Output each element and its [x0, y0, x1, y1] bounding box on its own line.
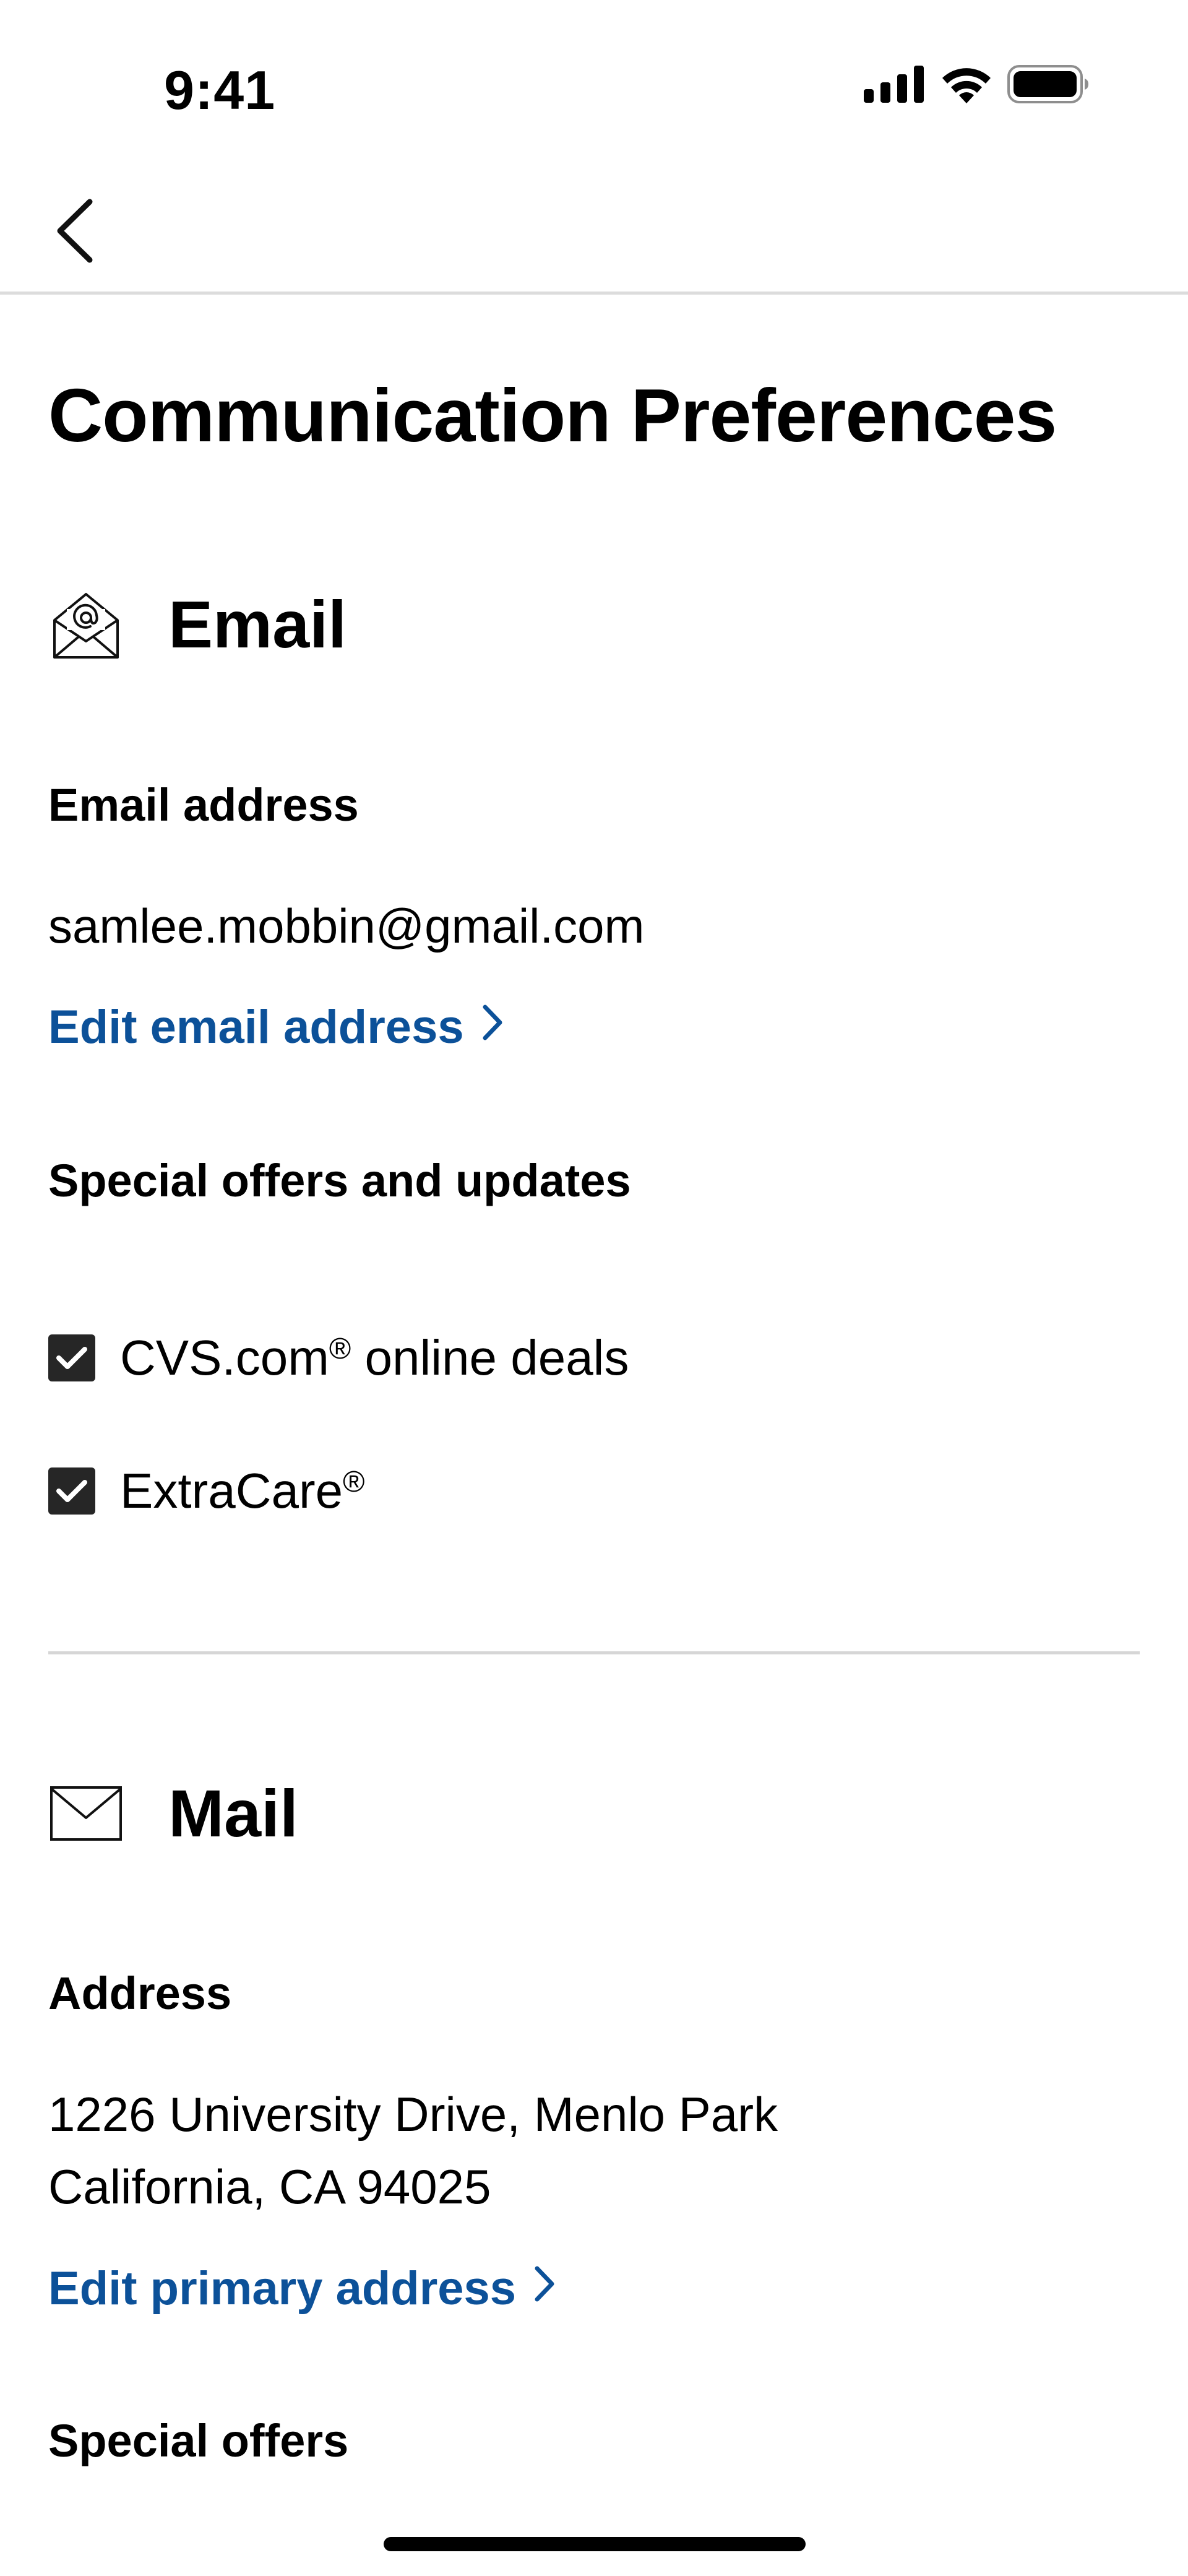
email-section-header: Email — [48, 586, 346, 663]
mail-address-label: Address — [48, 1968, 232, 2019]
envelope-open-at-icon — [48, 587, 124, 662]
checkbox-cvs-online-deals[interactable] — [48, 1334, 95, 1381]
checkbox-label-cvs-online-deals: CVS.com® online deals — [120, 1329, 629, 1386]
edit-primary-address-label: Edit primary address — [48, 2262, 517, 2315]
status-bar: 9:41 — [0, 0, 1188, 161]
status-icons — [864, 65, 1089, 106]
checkbox-label-extracare: ExtraCare® — [120, 1463, 365, 1519]
status-time: 9:41 — [164, 59, 276, 121]
checkmark-icon — [56, 1480, 87, 1502]
chevron-left-icon — [53, 197, 96, 268]
email-address-value: samlee.mobbin@gmail.com — [48, 899, 645, 953]
checkbox-row-cvs-online-deals[interactable]: CVS.com® online deals — [48, 1329, 629, 1386]
checkbox-row-extracare[interactable]: ExtraCare® — [48, 1463, 365, 1519]
edit-email-address-label: Edit email address — [48, 1001, 464, 1053]
wifi-icon — [940, 65, 992, 106]
registered-mark: ® — [329, 1333, 351, 1365]
checkmark-icon — [56, 1347, 87, 1369]
home-indicator — [384, 2537, 806, 2551]
envelope-icon — [48, 1776, 124, 1851]
mail-section-title: Mail — [168, 1776, 299, 1851]
screen: 9:41 Communication Preferences Email Ema… — [0, 0, 1188, 2576]
section-divider — [48, 1651, 1140, 1654]
email-section-title: Email — [168, 587, 347, 662]
mail-special-offers-label: Special offers — [48, 2415, 349, 2466]
extracare-brand-text: ExtraCare — [120, 1463, 343, 1518]
cvs-brand-text: CVS.com — [120, 1330, 329, 1385]
edit-email-address-link[interactable]: Edit email address — [48, 1000, 505, 1054]
email-special-offers-label: Special offers and updates — [48, 1155, 631, 1206]
mail-section-header: Mail — [48, 1774, 298, 1852]
cellular-signal-icon — [864, 66, 926, 106]
edit-primary-address-link[interactable]: Edit primary address — [48, 2262, 557, 2315]
page-title: Communication Preferences — [48, 373, 1057, 457]
navigation-bar — [0, 161, 1188, 295]
email-address-label: Email address — [48, 779, 359, 831]
chevron-right-icon — [480, 1000, 505, 1054]
back-button[interactable] — [43, 195, 105, 269]
mail-address-line2: California, CA 94025 — [48, 2159, 491, 2214]
checkbox-extracare[interactable] — [48, 1467, 95, 1515]
chevron-right-icon — [532, 2262, 557, 2315]
mail-address-line1: 1226 University Drive, Menlo Park — [48, 2087, 778, 2142]
cvs-label-rest: online deals — [351, 1330, 629, 1385]
registered-mark: ® — [343, 1466, 365, 1498]
battery-icon — [1007, 65, 1089, 106]
